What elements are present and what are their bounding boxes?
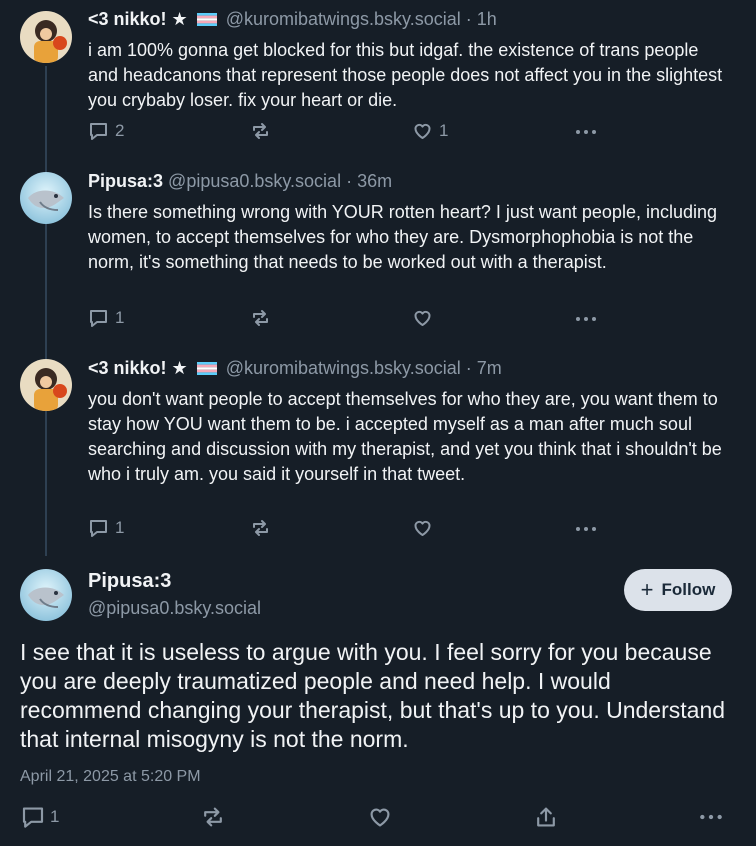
display-name[interactable]: <3 nikko! ★ (88, 9, 188, 29)
post-time: · 1h (465, 9, 497, 29)
post-actions: 1 (88, 518, 608, 542)
like-button[interactable] (367, 805, 393, 829)
post-text: Is there something wrong with YOUR rotte… (88, 202, 718, 272)
more-icon (576, 130, 596, 134)
focused-post: Pipusa:3 @pipusa0.bsky.social + Follow I… (0, 555, 756, 846)
reply-count: 1 (50, 807, 60, 826)
heart-icon (414, 310, 431, 326)
avatar[interactable] (20, 172, 72, 224)
thread-post[interactable]: Pipusa:3 @pipusa0.bsky.social · 36m Is t… (0, 162, 756, 347)
more-icon (576, 317, 596, 321)
heart-icon (414, 123, 431, 139)
heart-icon (370, 808, 390, 827)
post-time: · 7m (465, 358, 502, 378)
post-text: I see that it is useless to argue with y… (20, 639, 726, 752)
post-actions: 1 (88, 308, 608, 332)
thread-post[interactable]: <3 nikko! ★ @kuromibatwings.bsky.social … (0, 349, 756, 554)
more-icon (700, 814, 722, 820)
post-timestamp: April 21, 2025 at 5:20 PM (20, 768, 201, 785)
thread-post[interactable]: <3 nikko! ★ @kuromibatwings.bsky.social … (0, 0, 756, 160)
reply-icon (22, 807, 44, 828)
reply-icon (90, 123, 107, 140)
avatar[interactable] (20, 569, 72, 621)
post-actions: 1 (20, 805, 736, 831)
handle[interactable]: @kuromibatwings.bsky.social (226, 9, 461, 29)
repost-icon (253, 520, 268, 536)
post-text: you don't want people to accept themselv… (88, 389, 722, 484)
like-button[interactable] (412, 518, 439, 538)
like-count: 1 (439, 121, 449, 140)
repost-icon (253, 123, 268, 139)
handle[interactable]: @pipusa0.bsky.social (168, 171, 341, 191)
reply-button[interactable]: 1 (88, 518, 124, 538)
repost-button[interactable] (250, 121, 277, 141)
repost-icon (204, 807, 222, 827)
post-header: <3 nikko! ★ @kuromibatwings.bsky.social … (88, 9, 497, 30)
repost-button[interactable] (200, 805, 226, 829)
reply-button[interactable]: 1 (88, 308, 124, 328)
reply-button[interactable]: 2 (88, 121, 124, 141)
repost-button[interactable] (250, 518, 277, 538)
trans-flag-icon (196, 13, 217, 26)
heart-icon (414, 520, 431, 536)
reply-count: 1 (115, 308, 125, 327)
handle[interactable]: @kuromibatwings.bsky.social (226, 358, 461, 378)
post-text: i am 100% gonna get blocked for this but… (88, 40, 723, 110)
handle[interactable]: @pipusa0.bsky.social (88, 598, 261, 619)
post-time: · 36m (346, 171, 393, 191)
reply-count: 1 (115, 518, 125, 537)
more-options-button[interactable] (698, 805, 724, 829)
post-actions: 2 1 (88, 121, 608, 145)
follow-button[interactable]: + Follow (624, 569, 732, 611)
follow-label: Follow (661, 580, 716, 599)
post-header: <3 nikko! ★ @kuromibatwings.bsky.social … (88, 358, 502, 379)
post-header: Pipusa:3 @pipusa0.bsky.social · 36m (88, 171, 392, 192)
more-icon (576, 527, 596, 531)
display-name[interactable]: <3 nikko! ★ (88, 358, 188, 378)
reply-count: 2 (115, 121, 125, 140)
more-options-button[interactable] (574, 121, 598, 141)
repost-icon (253, 310, 268, 326)
more-options-button[interactable] (574, 518, 598, 538)
reply-icon (90, 520, 107, 537)
display-name[interactable]: Pipusa:3 (88, 171, 163, 191)
display-name[interactable]: Pipusa:3 (88, 570, 171, 593)
like-button[interactable]: 1 (412, 121, 448, 141)
share-icon (537, 807, 555, 827)
plus-icon: + (640, 577, 654, 602)
avatar[interactable] (20, 11, 72, 63)
repost-button[interactable] (250, 308, 277, 328)
like-button[interactable] (412, 308, 439, 328)
avatar[interactable] (20, 359, 72, 411)
share-button[interactable] (533, 805, 559, 829)
more-options-button[interactable] (574, 308, 598, 328)
reply-icon (90, 310, 107, 327)
trans-flag-icon (196, 362, 217, 375)
reply-button[interactable]: 1 (20, 805, 59, 829)
